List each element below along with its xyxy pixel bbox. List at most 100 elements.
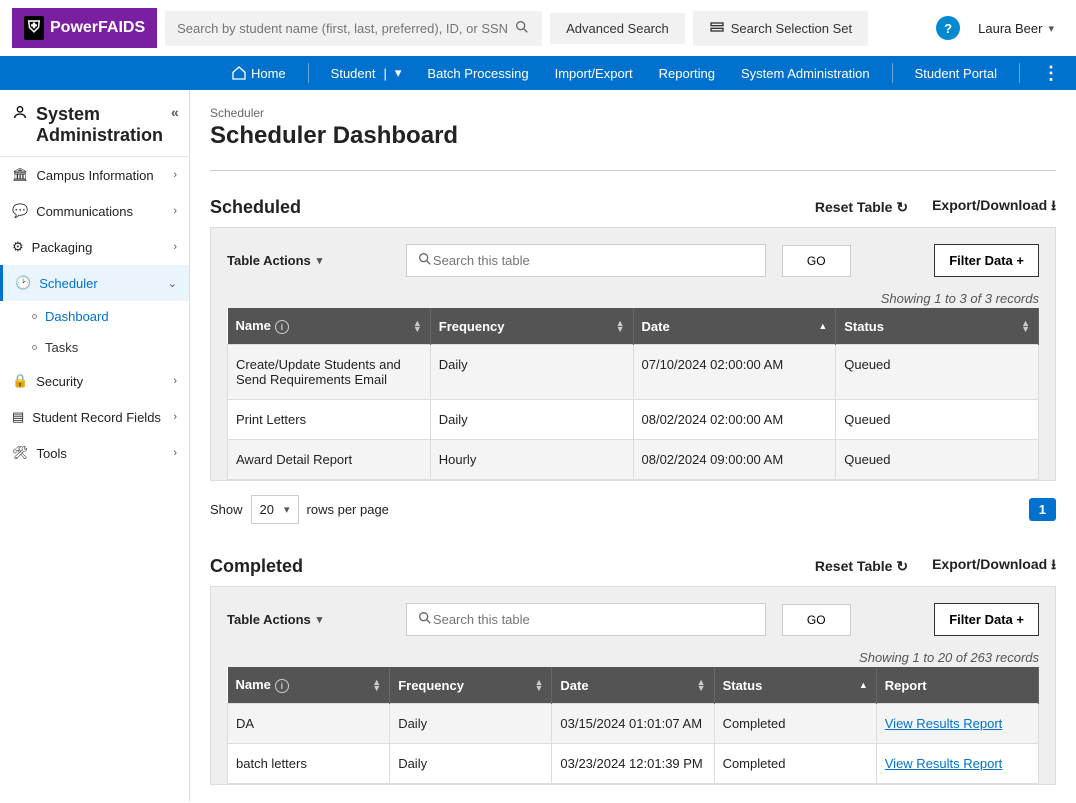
- nav-batch-label: Batch Processing: [427, 66, 528, 81]
- table-row[interactable]: batch letters Daily 03/23/2024 12:01:39 …: [228, 744, 1039, 784]
- completed-search-input[interactable]: [433, 612, 755, 627]
- cell-name: Award Detail Report: [228, 440, 431, 480]
- help-button[interactable]: ?: [936, 16, 960, 40]
- content: Scheduler Scheduler Dashboard Scheduled …: [190, 90, 1076, 801]
- table-actions-button[interactable]: Table Actions ▾: [227, 612, 322, 627]
- sidebar-item-student-record-fields[interactable]: ▤Student Record Fields ›: [0, 399, 189, 435]
- app-logo[interactable]: ⛨ PowerFAIDS: [12, 8, 157, 48]
- col-name[interactable]: Namei▲▼: [228, 308, 431, 345]
- export-download-button[interactable]: Export/Download ⭳: [932, 195, 1056, 219]
- person-icon: [12, 104, 28, 125]
- building-icon: 🏛: [12, 167, 29, 183]
- filter-label: Filter Data: [949, 612, 1013, 627]
- cell-status: Queued: [836, 440, 1039, 480]
- sidebar-title-text: System Administration: [36, 104, 163, 146]
- scheduled-filter-button[interactable]: Filter Data +: [934, 244, 1039, 277]
- cell-name: batch letters: [228, 744, 390, 784]
- col-label: Status: [844, 319, 884, 334]
- col-frequency[interactable]: Frequency▲▼: [430, 308, 633, 345]
- info-icon[interactable]: i: [275, 679, 289, 693]
- tools-icon: 🛠: [12, 445, 29, 461]
- completed-go-button[interactable]: GO: [782, 604, 851, 636]
- scheduled-card: Table Actions ▾ GO Filter Data + Showing…: [210, 227, 1056, 481]
- global-search[interactable]: [165, 11, 542, 46]
- col-label: Date: [642, 319, 670, 334]
- sidebar-item-label: Student Record Fields: [32, 410, 161, 425]
- breadcrumb: Scheduler: [210, 106, 1056, 120]
- sidebar-item-packaging[interactable]: ⚙Packaging ›: [0, 229, 189, 265]
- scheduled-go-button[interactable]: GO: [782, 245, 851, 277]
- sort-icon: ▲: [859, 682, 868, 688]
- sidebar-item-scheduler[interactable]: 🕑Scheduler ⌄: [0, 265, 189, 301]
- export-label: Export/Download: [932, 556, 1047, 572]
- top-bar: ⛨ PowerFAIDS Advanced Search Search Sele…: [0, 0, 1076, 56]
- nav-home[interactable]: Home: [227, 65, 290, 81]
- completed-filter-button[interactable]: Filter Data +: [934, 603, 1039, 636]
- nav-sysadmin[interactable]: System Administration: [737, 66, 874, 81]
- global-search-input[interactable]: [177, 21, 514, 36]
- cell-name: Create/Update Students and Send Requirem…: [228, 345, 431, 400]
- nav-student-label: Student: [331, 66, 376, 81]
- page-number-button[interactable]: 1: [1029, 498, 1056, 521]
- user-menu[interactable]: Laura Beer ▾: [968, 21, 1064, 36]
- col-label: Name: [236, 677, 271, 692]
- selection-set-icon: [709, 19, 725, 38]
- sidebar-item-communications[interactable]: 💬Communications ›: [0, 193, 189, 229]
- cell-status: Queued: [836, 345, 1039, 400]
- logo-text: PowerFAIDS: [50, 19, 145, 37]
- pager-rows-label: rows per page: [307, 502, 389, 517]
- sidebar-item-label: Communications: [36, 204, 133, 219]
- reset-table-button[interactable]: Reset Table ↻: [815, 199, 908, 216]
- col-report[interactable]: Report: [876, 667, 1038, 704]
- nav-reporting[interactable]: Reporting: [655, 66, 719, 81]
- scheduled-search[interactable]: [406, 244, 766, 277]
- completed-search[interactable]: [406, 603, 766, 636]
- advanced-search-button[interactable]: Advanced Search: [550, 13, 685, 44]
- scheduled-search-input[interactable]: [433, 253, 755, 268]
- table-row[interactable]: Print Letters Daily 08/02/2024 02:00:00 …: [228, 400, 1039, 440]
- nav-student[interactable]: Student | ▾: [327, 65, 406, 81]
- nav-more-button[interactable]: ⋮: [1038, 63, 1064, 84]
- col-status[interactable]: Status ▲▼: [836, 308, 1039, 345]
- search-icon: [417, 610, 433, 629]
- clock-icon: 🕑: [15, 275, 31, 291]
- col-date[interactable]: Date▲: [633, 308, 836, 345]
- table-row[interactable]: DA Daily 03/15/2024 01:01:07 AM Complete…: [228, 704, 1039, 744]
- sort-icon: ▲▼: [372, 679, 381, 691]
- view-report-link[interactable]: View Results Report: [885, 756, 1003, 771]
- sidebar-item-campus-information[interactable]: 🏛Campus Information ›: [0, 157, 189, 193]
- export-download-button[interactable]: Export/Download ⭳: [932, 554, 1056, 578]
- sidebar-item-tools[interactable]: 🛠Tools ›: [0, 435, 189, 471]
- view-report-link[interactable]: View Results Report: [885, 716, 1003, 731]
- sidebar-sub-tasks[interactable]: Tasks: [0, 332, 189, 363]
- col-frequency[interactable]: Frequency▲▼: [390, 667, 552, 704]
- cell-date: 03/15/2024 01:01:07 AM: [552, 704, 714, 744]
- info-icon[interactable]: i: [275, 320, 289, 334]
- sidebar-collapse-button[interactable]: «: [171, 104, 179, 120]
- nav-separator: [892, 63, 893, 83]
- sort-icon: ▲▼: [1021, 320, 1030, 332]
- reset-label: Reset Table: [815, 558, 893, 574]
- more-vertical-icon: ⋮: [1042, 63, 1060, 84]
- sidebar-title: System Administration «: [0, 90, 189, 157]
- nav-batch[interactable]: Batch Processing: [423, 66, 532, 81]
- col-label: Date: [560, 678, 588, 693]
- page-size-select[interactable]: 20 ▾: [251, 495, 299, 524]
- export-label: Export/Download: [932, 197, 1047, 213]
- nav-portal[interactable]: Student Portal: [911, 66, 1001, 81]
- col-date[interactable]: Date▲▼: [552, 667, 714, 704]
- table-actions-button[interactable]: Table Actions ▾: [227, 253, 322, 268]
- search-selection-set-button[interactable]: Search Selection Set: [693, 11, 868, 46]
- sidebar-sub-dashboard[interactable]: Dashboard: [0, 301, 189, 332]
- col-name[interactable]: Namei ▲▼: [228, 667, 390, 704]
- nav-portal-label: Student Portal: [915, 66, 997, 81]
- table-row[interactable]: Award Detail Report Hourly 08/02/2024 09…: [228, 440, 1039, 480]
- cell-status: Completed: [714, 704, 876, 744]
- completed-title: Completed: [210, 556, 303, 577]
- table-row[interactable]: Create/Update Students and Send Requirem…: [228, 345, 1039, 400]
- reset-table-button[interactable]: Reset Table ↻: [815, 558, 908, 575]
- sidebar-item-security[interactable]: 🔒Security ›: [0, 363, 189, 399]
- nav-import[interactable]: Import/Export: [551, 66, 637, 81]
- col-status[interactable]: Status▲: [714, 667, 876, 704]
- sidebar-item-label: Security: [36, 374, 83, 389]
